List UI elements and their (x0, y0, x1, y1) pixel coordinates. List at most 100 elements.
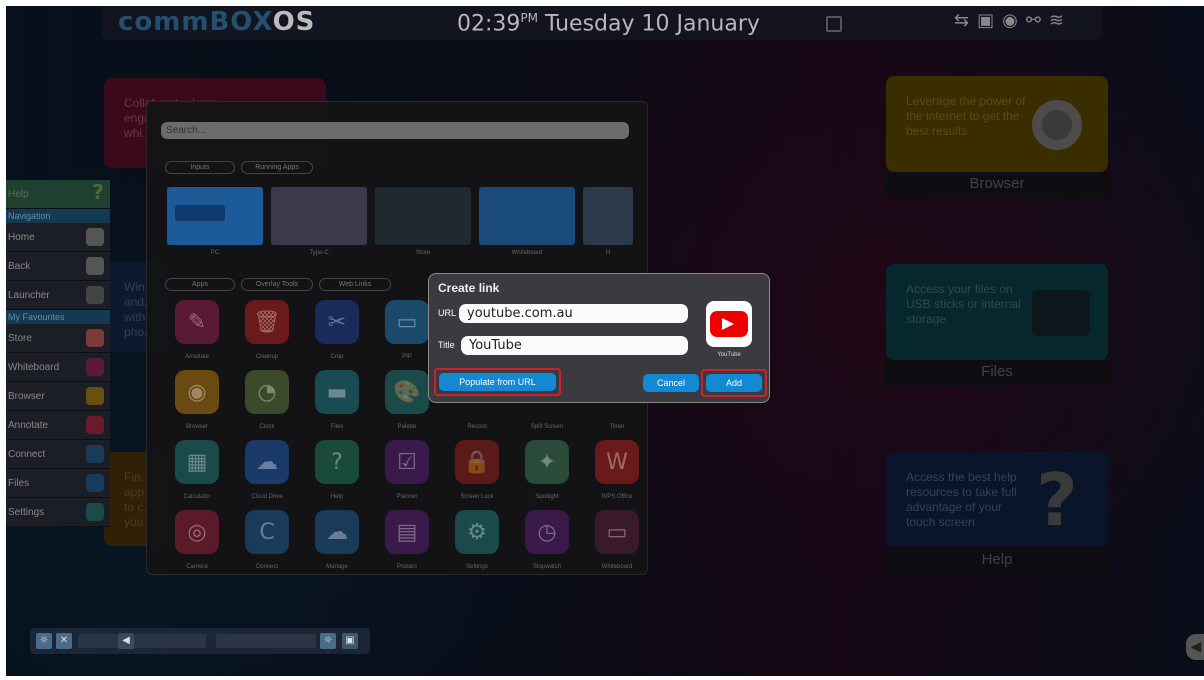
chip-web-links[interactable]: Web Links (319, 278, 391, 291)
tray-icon[interactable] (826, 16, 842, 32)
whiteboard-app-icon: ▭ (595, 510, 639, 554)
app-manage[interactable]: ☁ Manage (315, 510, 359, 570)
chip-apps[interactable]: Apps (165, 278, 235, 291)
url-field[interactable]: youtube.com.au (459, 304, 688, 323)
app-crop[interactable]: ✂ Crop (315, 300, 359, 360)
brightness-down-icon[interactable]: ☼ (36, 633, 52, 649)
browser-icon[interactable]: ◉ (1002, 10, 1026, 31)
youtube-icon[interactable] (706, 301, 752, 347)
thumb-label-h: H (605, 250, 611, 256)
app-help[interactable]: ? Help (315, 440, 359, 500)
palette-icon: 🎨 (385, 370, 429, 414)
browser-sidebar-icon (86, 387, 104, 405)
volume-slider[interactable] (78, 634, 206, 648)
app-browser[interactable]: ◉ Browser (175, 370, 219, 430)
planner-icon: ☑ (385, 440, 429, 484)
home-icon (86, 228, 104, 246)
drawer-handle-icon[interactable]: ◀ (1186, 634, 1204, 660)
back-arrow-icon (86, 257, 104, 275)
sidebar-item-launcher[interactable]: Launcher (6, 281, 110, 310)
annotate-app-icon: ✎ (175, 300, 219, 344)
desktop: Collaborate, learn, engage with full... … (6, 6, 1204, 676)
thumb-label-type-c: Type-C (309, 250, 329, 256)
network-icon[interactable]: ⚯ (1026, 10, 1049, 31)
icon-caption: YouTube (717, 352, 741, 358)
sidebar-item-home[interactable]: Home (6, 223, 110, 252)
app-cleanup[interactable]: 🗑 Cleanup (245, 300, 289, 360)
url-label: URL (438, 308, 457, 318)
posters-icon: ▤ (385, 510, 429, 554)
sidebar-item-store[interactable]: Store (6, 324, 110, 353)
running-thumb-store[interactable] (375, 187, 471, 245)
trash-icon: 🗑 (245, 300, 289, 344)
sidebar-item-annotate[interactable]: Annotate (6, 411, 110, 440)
chip-overlay-tools[interactable]: Overlay Tools (241, 278, 313, 291)
commbox-logo: commBOXOS (118, 7, 316, 37)
chip-inputs[interactable]: Inputs (165, 161, 235, 174)
running-thumb-h[interactable] (583, 187, 633, 245)
help-icon: ? (92, 180, 104, 204)
usb-icon[interactable]: ⇆ (954, 10, 977, 31)
sidebar-item-whiteboard[interactable]: Whiteboard (6, 353, 110, 382)
thumb-label-pc: PC (210, 250, 220, 256)
chip-running-apps[interactable]: Running Apps (241, 161, 313, 174)
sidebar-item-files[interactable]: Files (6, 469, 110, 498)
app-annotate[interactable]: ✎ Annotate (175, 300, 219, 360)
cancel-button[interactable]: Cancel (643, 374, 699, 392)
wifi-icon[interactable]: ≋ (1049, 10, 1072, 31)
app-posters[interactable]: ▤ Posters (385, 510, 429, 570)
spotlight-icon: ✦ (525, 440, 569, 484)
sidebar-heading-navigation: Navigation (6, 209, 110, 223)
top-bar: commBOXOS 02:39PM Tuesday 10 January ⇆▣◉… (102, 6, 1102, 40)
populate-from-url-button[interactable]: Populate from URL (439, 373, 556, 391)
title-field[interactable]: YouTube (461, 336, 688, 355)
app-planner[interactable]: ☑ Planner (385, 440, 429, 500)
sidebar-item-help[interactable]: Help? (6, 180, 110, 209)
pc-thumb-bar (175, 205, 225, 221)
whiteboard-icon (86, 358, 104, 376)
add-button[interactable]: Add (706, 374, 762, 392)
app-files[interactable]: ▬ Files (315, 370, 359, 430)
play-icon (722, 318, 734, 330)
app-stopwatch[interactable]: ◷ Stopwatch (525, 510, 569, 570)
brightness-slider[interactable] (216, 634, 316, 648)
sidebar-item-connect[interactable]: Connect (6, 440, 110, 469)
clock-ampm: PM (520, 11, 538, 25)
input-thumb-type-c[interactable] (271, 187, 367, 245)
input-thumb-pc[interactable] (167, 187, 263, 245)
app-clock[interactable]: ◔ Clock (245, 370, 289, 430)
app-camera[interactable]: ◎ Camera (175, 510, 219, 570)
app-settings[interactable]: ⚙ Settings (455, 510, 499, 570)
app-pip[interactable]: ▭ PIP (385, 300, 429, 360)
sidebar-item-browser[interactable]: Browser (6, 382, 110, 411)
cloud-icon: ☁ (245, 440, 289, 484)
settings-app-icon: ⚙ (455, 510, 499, 554)
status-icons: ⇆▣◉⚯≋ (954, 10, 1072, 31)
mute-icon[interactable]: ✕ (56, 633, 72, 649)
bottom-toolbar: ☼ ✕ ◀ ☼ ▣ (30, 628, 370, 654)
copy-icon[interactable]: ▣ (977, 10, 1002, 31)
brightness-up-icon[interactable]: ☼ (320, 633, 336, 649)
search-input[interactable]: Search... (161, 122, 629, 139)
thumb-label-store: Store (415, 250, 431, 256)
app-wps-office[interactable]: W WPS Office (595, 440, 639, 500)
sidebar-heading-favourites: My Favourites (6, 310, 110, 324)
store-icon (86, 329, 104, 347)
browser-app-icon: ◉ (175, 370, 219, 414)
app-screen-lock[interactable]: 🔒 Screen Lock (455, 440, 499, 500)
thumb-label-whiteboard: Whiteboard (511, 250, 543, 256)
settings-icon (86, 503, 104, 521)
sidebar-item-back[interactable]: Back (6, 252, 110, 281)
screenshot-icon[interactable]: ▣ (342, 633, 358, 649)
running-thumb-whiteboard[interactable] (479, 187, 575, 245)
sidebar-item-settings[interactable]: Settings (6, 498, 110, 527)
manage-icon: ☁ (315, 510, 359, 554)
app-cloud-drive[interactable]: ☁ Cloud Drive (245, 440, 289, 500)
app-whiteboard[interactable]: ▭ Whiteboard (595, 510, 639, 570)
app-calculator[interactable]: ▦ Calculator (175, 440, 219, 500)
stopwatch-icon: ◷ (525, 510, 569, 554)
app-spotlight[interactable]: ✦ Spotlight (525, 440, 569, 500)
camera-icon: ◎ (175, 510, 219, 554)
app-connect[interactable]: C Connect (245, 510, 289, 570)
app-palette[interactable]: 🎨 Palette (385, 370, 429, 430)
